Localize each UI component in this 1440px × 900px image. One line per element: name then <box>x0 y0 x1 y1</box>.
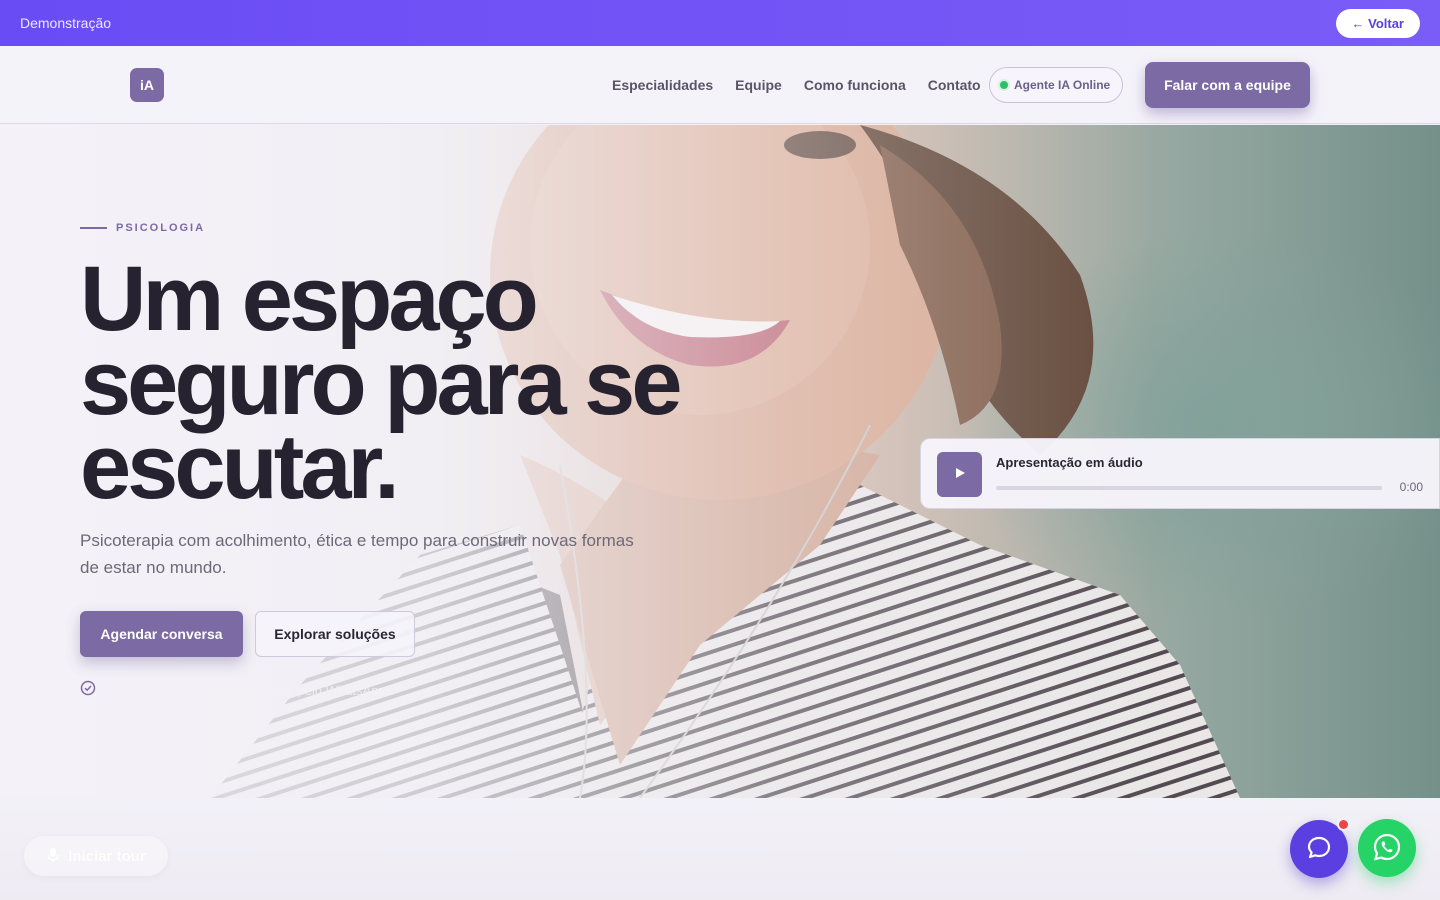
eyebrow-line <box>80 227 107 229</box>
nav-link-contato[interactable]: Contato <box>928 77 981 93</box>
audio-play-button[interactable] <box>937 452 982 497</box>
logo[interactable]: iA <box>130 68 164 102</box>
agent-status-label: Agente IA Online <box>1014 78 1111 92</box>
chat-notification-badge <box>1337 818 1350 831</box>
agent-status-pill[interactable]: Agente IA Online <box>989 67 1124 103</box>
whatsapp-icon <box>1372 832 1402 865</box>
start-tour-button[interactable]: Iniciar tour <box>24 836 168 876</box>
explore-solutions-button[interactable]: Explorar soluções <box>255 611 415 657</box>
eyebrow-label: PSICOLOGIA <box>116 222 206 234</box>
demo-bar: Demonstração ← Voltar <box>0 0 1440 46</box>
nav-link-especialidades[interactable]: Especialidades <box>612 77 713 93</box>
main-nav: Especialidades Equipe Como funciona Cont… <box>612 77 981 93</box>
hero-headline: Um espaço seguro para se escutar. <box>80 248 760 518</box>
headline-line-3: escutar. <box>80 416 400 518</box>
schedule-conversation-button[interactable]: Agendar conversa <box>80 611 243 657</box>
demo-title: Demonstração <box>20 15 112 31</box>
back-button[interactable]: ← Voltar <box>1335 8 1420 38</box>
hero-note: Atendimento humano e resposta pelo Whats… <box>80 680 386 701</box>
chat-bubble-icon <box>1306 835 1332 864</box>
microphone-icon <box>46 847 60 866</box>
online-status-dot <box>1000 81 1008 89</box>
audio-time: 0:00 <box>1399 480 1423 494</box>
headline-line-2: seguro para se <box>80 332 683 434</box>
talk-to-team-button[interactable]: Falar com a equipe <box>1145 62 1310 108</box>
next-section <box>0 798 1440 900</box>
start-tour-label: Iniciar tour <box>68 847 146 865</box>
check-circle-icon <box>80 680 96 701</box>
site-header: iA Especialidades Equipe Como funciona C… <box>0 46 1440 124</box>
whatsapp-fab-button[interactable] <box>1358 819 1416 877</box>
play-icon <box>954 467 966 482</box>
hero-subtext: Psicoterapia com acolhimento, ética e te… <box>80 531 634 577</box>
audio-player-card: Apresentação em áudio 0:00 <box>920 438 1440 509</box>
headline-line-1: Um espaço <box>80 248 539 350</box>
hero-note-text: Atendimento humano e resposta pelo Whats… <box>106 683 386 698</box>
audio-progress-track[interactable] <box>996 486 1382 490</box>
hero-eyebrow: PSICOLOGIA <box>80 222 205 234</box>
nav-link-equipe[interactable]: Equipe <box>735 77 782 93</box>
nav-link-como-funciona[interactable]: Como funciona <box>804 77 906 93</box>
audio-title: Apresentação em áudio <box>996 455 1143 470</box>
